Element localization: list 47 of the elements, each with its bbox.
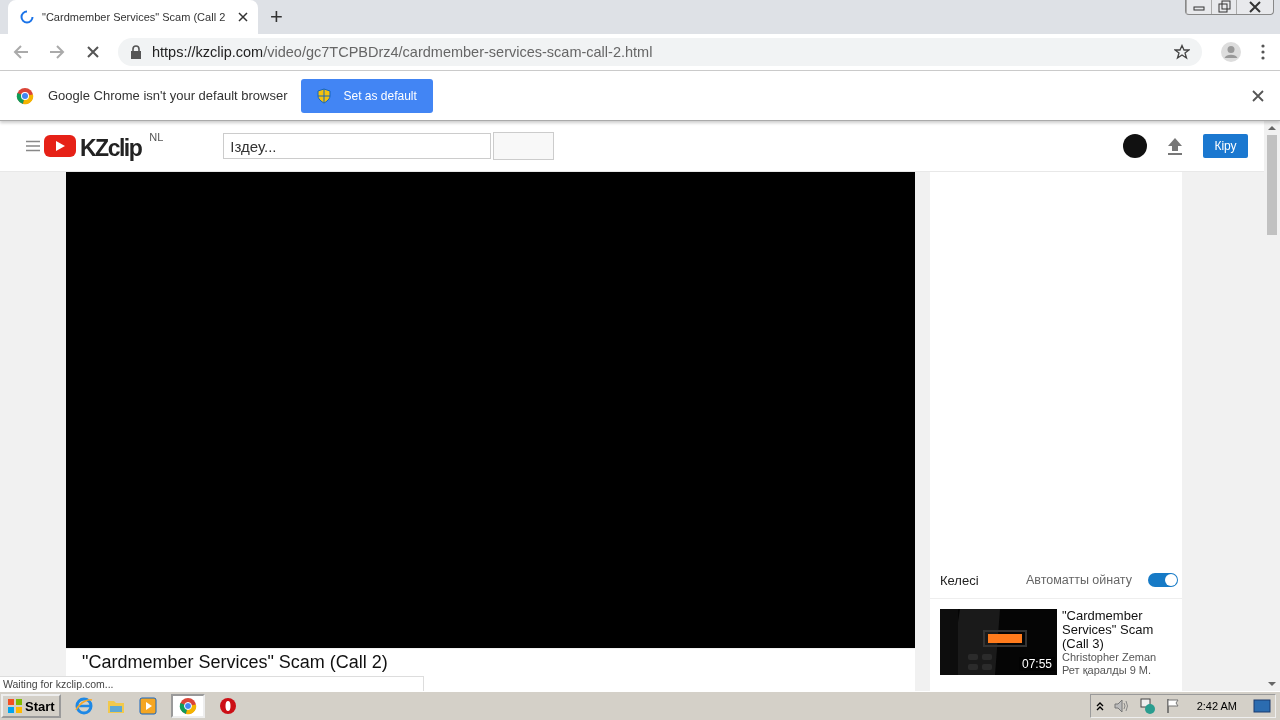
address-bar[interactable]: https://kzclip.com/video/gc7TCPBDrz4/cardmember-services-scam-call-2.html [118, 38, 1202, 66]
chrome-logo-icon [16, 86, 34, 105]
status-bubble: Waiting for kzclip.com... [0, 676, 425, 691]
shield-icon [317, 87, 332, 104]
chevron-up-icon[interactable] [1094, 700, 1105, 712]
network-icon[interactable] [1138, 698, 1157, 714]
channel-name: Christopher Zeman [1062, 651, 1158, 664]
autoplay-label: Автоматты ойнату [1025, 573, 1132, 587]
infobar-message: Google Chrome isn't your default browser [48, 88, 288, 103]
set-default-button[interactable]: Set as default [301, 78, 433, 113]
next-label: Келесі [940, 572, 979, 588]
tab-title: "Cardmember Services" Scam (Call 2 [42, 11, 227, 23]
video-title: "Cardmember Services" Scam (Call 2) [82, 652, 388, 672]
menu-icon[interactable] [1260, 43, 1266, 61]
browser-tab[interactable]: "Cardmember Services" Scam (Call 2 [8, 0, 258, 34]
start-button[interactable]: Start [1, 694, 61, 718]
back-icon[interactable] [12, 43, 30, 61]
browser-e-icon[interactable] [74, 697, 93, 715]
scrollbar[interactable] [1264, 121, 1280, 691]
suggestion-title: "Cardmember Services" Scam (Call 3) [1062, 609, 1155, 651]
new-tab-button[interactable]: + [270, 4, 283, 30]
play-logo-icon [44, 135, 76, 157]
speaker-icon[interactable] [1112, 698, 1131, 714]
region-label: NL [149, 131, 164, 143]
site-logo[interactable]: KZclip [80, 134, 142, 162]
menu-icon[interactable] [26, 140, 40, 152]
avatar-icon[interactable] [1123, 134, 1147, 158]
flag-icon[interactable] [1164, 698, 1181, 714]
forward-icon[interactable] [48, 43, 66, 61]
opera-icon[interactable] [218, 697, 237, 715]
search-field[interactable]: Іздеу... [223, 133, 492, 159]
view-count: Рет қаралды 9 М. [1062, 664, 1153, 677]
chrome-logo-icon [178, 697, 197, 715]
autoplay-toggle[interactable] [1148, 573, 1178, 587]
profile-icon[interactable] [1220, 41, 1242, 63]
scrollbar-thumb[interactable] [1267, 135, 1277, 235]
media-player-icon[interactable] [138, 697, 157, 715]
login-button[interactable]: Кіру [1203, 134, 1248, 158]
close-icon[interactable] [1252, 89, 1264, 102]
windows-logo-icon [7, 698, 23, 714]
url-text: https://kzclip.com/video/gc7TCPBDrz4/cardmember-services-scam-call-2.html [152, 44, 653, 60]
chrome-taskbar-button[interactable] [170, 694, 205, 718]
lock-icon [130, 45, 142, 59]
star-icon[interactable] [1174, 44, 1190, 60]
close-icon[interactable] [238, 12, 248, 22]
upload-icon[interactable] [1167, 137, 1183, 155]
clock-text: 2:42 AM [1196, 700, 1237, 712]
